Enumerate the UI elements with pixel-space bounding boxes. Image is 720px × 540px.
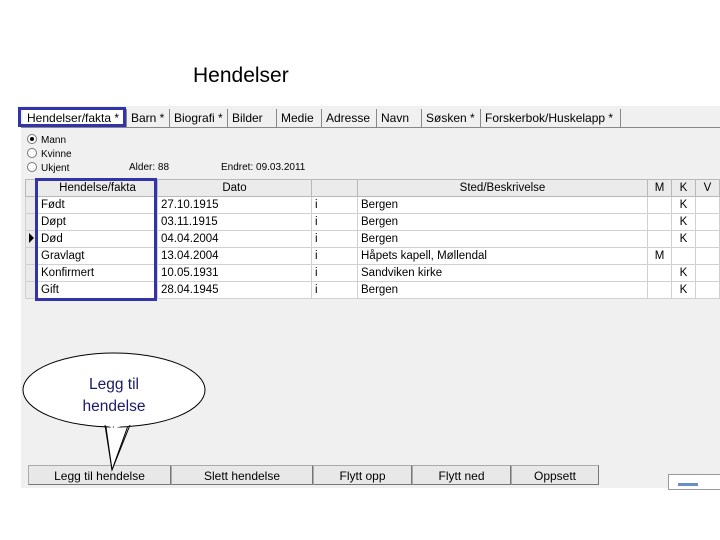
date-cell[interactable]: 03.11.1915 [157, 213, 312, 231]
callout-line-2: hendelse [82, 398, 146, 415]
place-cell[interactable]: Sandviken kirke [357, 264, 648, 282]
k-cell[interactable] [671, 247, 696, 265]
radio-empty-icon [27, 148, 37, 158]
radio-mann[interactable]: Mann [27, 134, 66, 146]
column-header-v[interactable]: V [695, 179, 720, 197]
add-event-button[interactable]: Legg til hendelse [28, 465, 171, 485]
date-cell[interactable]: 28.04.1945 [157, 281, 312, 299]
m-cell[interactable] [647, 264, 672, 282]
place-cell[interactable]: Bergen [357, 213, 648, 231]
date-cell[interactable]: 13.04.2004 [157, 247, 312, 265]
tab-sosken[interactable]: Søsken * [422, 109, 481, 127]
k-cell[interactable]: K [671, 213, 696, 231]
column-header-k[interactable]: K [671, 179, 696, 197]
m-cell[interactable] [647, 230, 672, 248]
tab-forskerbok[interactable]: Forskerbok/Huskelapp * [481, 109, 621, 127]
place-cell[interactable]: Bergen [357, 196, 648, 214]
place-cell[interactable]: Bergen [357, 230, 648, 248]
m-cell[interactable]: M [647, 247, 672, 265]
tab-barn[interactable]: Barn * [127, 109, 170, 127]
age-label: Alder: 88 [129, 162, 170, 173]
radio-kvinne[interactable]: Kvinne [27, 148, 72, 160]
widget-bar [678, 483, 698, 486]
preposition-cell[interactable]: i [311, 264, 358, 282]
date-cell[interactable]: 04.04.2004 [157, 230, 312, 248]
callout-text: Legg til hendelse [44, 374, 184, 418]
v-cell[interactable] [695, 196, 720, 214]
place-cell[interactable]: Bergen [357, 281, 648, 299]
tab-navn[interactable]: Navn [377, 109, 422, 127]
tab-highlight-box [18, 107, 126, 127]
preposition-cell[interactable]: i [311, 196, 358, 214]
button-bar: Legg til hendelse Slett hendelse Flytt o… [21, 462, 720, 488]
v-cell[interactable] [695, 281, 720, 299]
tab-bar-divider [21, 127, 720, 128]
date-cell[interactable]: 10.05.1931 [157, 264, 312, 282]
preposition-cell[interactable]: i [311, 230, 358, 248]
k-cell[interactable]: K [671, 264, 696, 282]
move-down-button[interactable]: Flytt ned [412, 465, 511, 485]
column-header-dato[interactable]: Dato [157, 179, 312, 197]
m-cell[interactable] [647, 213, 672, 231]
column-header-blank[interactable] [311, 179, 358, 197]
column-header-sted[interactable]: Sted/Beskrivelse [357, 179, 648, 197]
tab-biografi[interactable]: Biografi * [170, 109, 228, 127]
callout-line-1: Legg til [89, 376, 139, 393]
move-up-button[interactable]: Flytt opp [313, 465, 412, 485]
radio-selected-icon [27, 134, 37, 144]
tab-medie[interactable]: Medie [277, 109, 322, 127]
v-cell[interactable] [695, 264, 720, 282]
place-cell[interactable]: Håpets kapell, Møllendal [357, 247, 648, 265]
radio-empty-icon [27, 162, 37, 172]
slide-title: Hendelser [193, 64, 289, 87]
partial-widget [668, 474, 720, 490]
current-row-arrow-icon [29, 232, 34, 243]
delete-event-button[interactable]: Slett hendelse [171, 465, 313, 485]
settings-button[interactable]: Oppsett [511, 465, 599, 485]
preposition-cell[interactable]: i [311, 213, 358, 231]
v-cell[interactable] [695, 247, 720, 265]
k-cell[interactable]: K [671, 281, 696, 299]
column-highlight-box [35, 178, 157, 301]
v-cell[interactable] [695, 213, 720, 231]
radio-ukjent[interactable]: Ukjent [27, 162, 69, 174]
tab-bilder[interactable]: Bilder [228, 109, 277, 127]
date-cell[interactable]: 27.10.1915 [157, 196, 312, 214]
k-cell[interactable]: K [671, 196, 696, 214]
column-header-m[interactable]: M [647, 179, 672, 197]
tab-adresse[interactable]: Adresse [322, 109, 377, 127]
changed-label: Endret: 09.03.2011 [221, 162, 306, 173]
k-cell[interactable]: K [671, 230, 696, 248]
m-cell[interactable] [647, 281, 672, 299]
m-cell[interactable] [647, 196, 672, 214]
v-cell[interactable] [695, 230, 720, 248]
preposition-cell[interactable]: i [311, 247, 358, 265]
preposition-cell[interactable]: i [311, 281, 358, 299]
